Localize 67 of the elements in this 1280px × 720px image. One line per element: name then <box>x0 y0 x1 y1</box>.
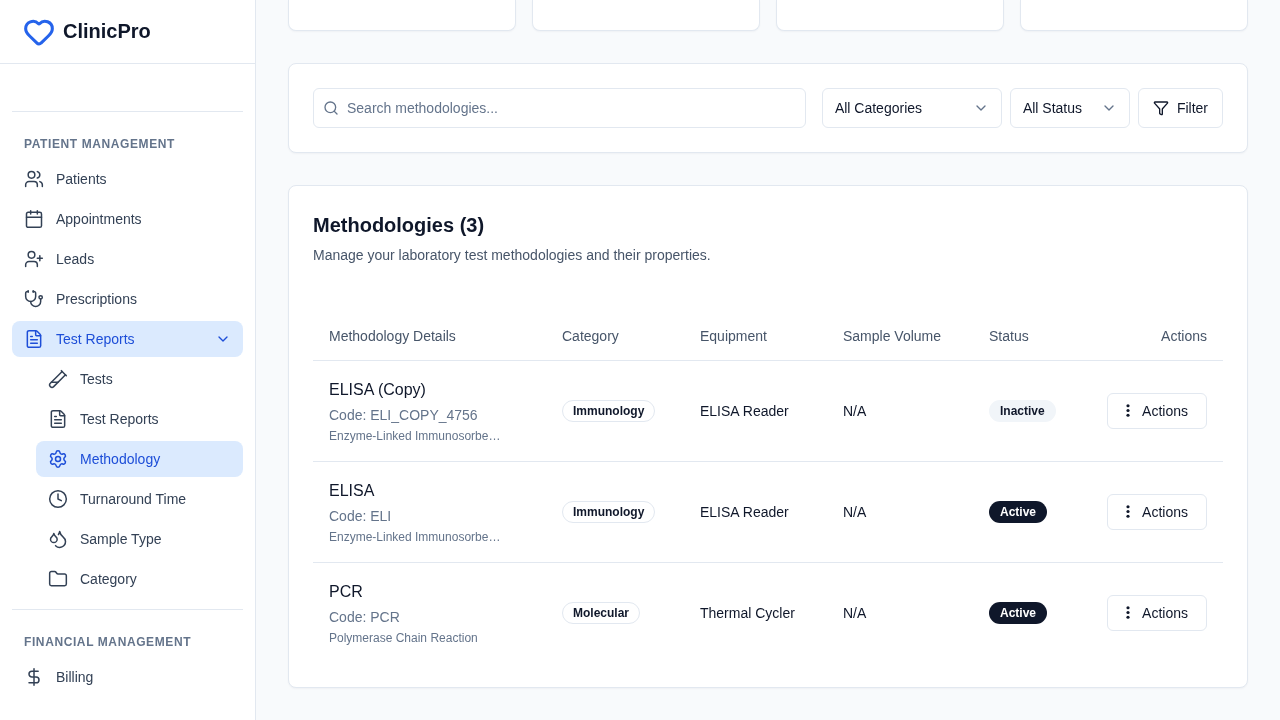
section-title: Methodologies (3) <box>313 213 486 238</box>
sidebar-item[interactable]: Category <box>36 561 243 597</box>
calendar-icon <box>24 209 44 229</box>
methodology-name: ELISA <box>329 480 375 501</box>
status-select[interactable]: All Status <box>1009 88 1130 128</box>
sidebar-item[interactable]: Sample Type <box>36 521 243 557</box>
column-header: Status <box>989 327 1029 344</box>
sidebar-item[interactable]: Leads <box>12 241 243 277</box>
methodology-description: Enzyme-Linked Immunosorbe… <box>329 528 501 545</box>
category-tag: Immunology <box>562 399 656 422</box>
column-header: Sample Volume <box>843 327 942 344</box>
status-tag: Active <box>989 601 1048 624</box>
column-header: Actions <box>1161 327 1207 344</box>
sidebar-item[interactable]: Turnaround Time <box>36 481 243 517</box>
droplets-icon <box>48 529 68 549</box>
equipment-name: Thermal Cycler <box>700 604 795 621</box>
sample-volume: N/A <box>843 604 867 621</box>
equipment-name: ELISA Reader <box>700 503 789 520</box>
folder-icon <box>48 569 68 589</box>
actions-button[interactable]: Actions <box>1107 392 1207 429</box>
methodology-code: Code: ELI <box>329 506 392 526</box>
methodology-description: Enzyme-Linked Immunosorbe… <box>329 427 501 444</box>
methodology-code: Code: PCR <box>329 607 400 627</box>
status-tag: Active <box>989 500 1048 523</box>
category-tag: Molecular <box>562 601 640 624</box>
document-icon <box>24 329 44 349</box>
stethoscope-icon <box>24 289 44 309</box>
column-header: Category <box>562 327 619 344</box>
sidebar-item[interactable]: Patients <box>12 161 243 197</box>
more-vertical-icon <box>1126 505 1131 518</box>
sidebar-item[interactable]: Billing <box>12 659 243 695</box>
methodology-description: Polymerase Chain Reaction <box>329 629 478 646</box>
section-description: Manage your laboratory test methodologies and their properties. <box>313 246 712 265</box>
equipment-name: ELISA Reader <box>700 402 789 419</box>
actions-button[interactable]: Actions <box>1107 594 1207 631</box>
category-select[interactable]: All Categories <box>821 88 1002 128</box>
users-icon <box>24 169 44 189</box>
filter-icon <box>1152 100 1169 116</box>
sample-volume: N/A <box>843 402 867 419</box>
document-icon <box>48 409 68 429</box>
methodology-code: Code: ELI_COPY_4756 <box>329 405 478 425</box>
more-vertical-icon <box>1126 404 1131 417</box>
section-heading: FINANCIAL MANAGEMENT <box>23 634 193 650</box>
methodology-name: PCR <box>329 581 363 602</box>
search-field[interactable]: Search methodologies... <box>313 88 806 128</box>
status-tag: Inactive <box>989 399 1056 422</box>
column-header: Methodology Details <box>329 327 456 344</box>
actions-button[interactable]: Actions <box>1107 493 1207 530</box>
clock-icon <box>48 489 68 509</box>
sidebar-item[interactable]: Appointments <box>12 201 243 237</box>
section-heading: PATIENT MANAGEMENT <box>23 136 176 152</box>
sidebar-item[interactable]: Prescriptions <box>12 281 243 317</box>
sidebar-item[interactable]: Test Reports <box>36 401 243 437</box>
sidebar-item[interactable]: Tests <box>36 361 243 397</box>
column-header: Equipment <box>700 327 767 344</box>
sample-volume: N/A <box>843 503 867 520</box>
methodology-name: ELISA (Copy) <box>329 379 426 400</box>
test-tube-icon <box>48 369 68 389</box>
filter-button[interactable]: Filter <box>1137 88 1223 128</box>
more-vertical-icon <box>1126 606 1131 620</box>
search-icon <box>323 100 339 116</box>
brand-name: ClinicPro <box>63 20 151 43</box>
category-tag: Immunology <box>562 500 656 523</box>
gear-icon <box>48 449 68 469</box>
sidebar-item[interactable]: Test Reports <box>12 321 243 357</box>
sidebar-item[interactable]: Methodology <box>36 441 243 477</box>
user-plus-icon <box>24 249 44 269</box>
